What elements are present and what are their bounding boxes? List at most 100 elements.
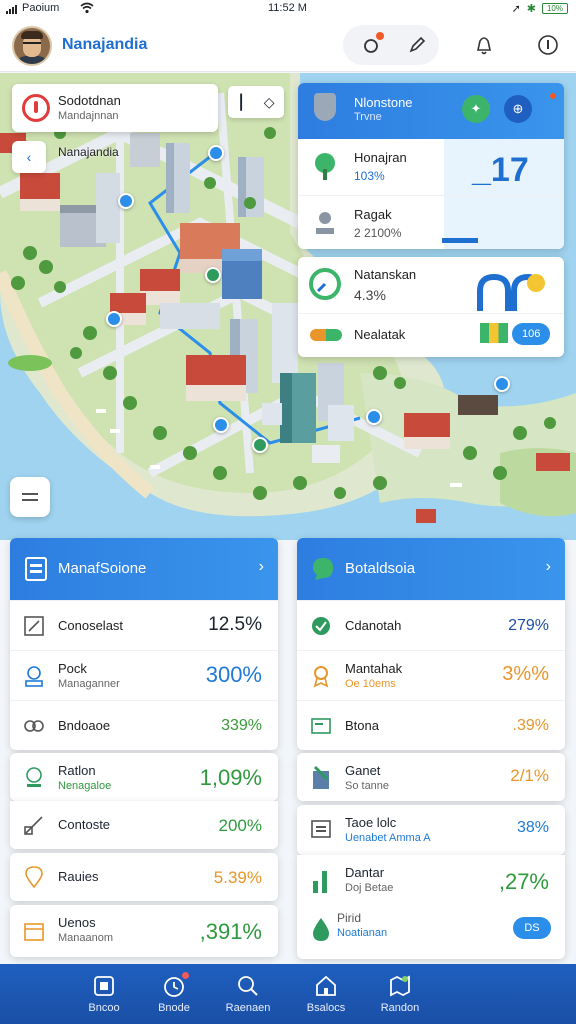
list-item-value: 38% — [516, 819, 549, 836]
right-list-item[interactable]: Pirid Noatianan DS — [297, 907, 565, 959]
list-item-sub: Managanner — [58, 678, 120, 690]
nav-item-home[interactable]: Bncoo — [64, 964, 144, 1024]
edit-button[interactable] — [401, 29, 433, 61]
stats-panel: Nlonstone Trvne ✦ ⊕ _17 Honajran 103% Ra… — [298, 83, 564, 249]
left-list-item[interactable]: Rauies 5.39% — [10, 853, 278, 901]
location-pin-icon — [25, 866, 43, 889]
map-menu-button[interactable] — [10, 477, 50, 517]
map-icon — [390, 975, 410, 997]
list-item[interactable]: Cdanotah 279% — [297, 600, 565, 650]
info-icon — [538, 35, 558, 55]
list-item-sub: So tanne — [345, 780, 390, 792]
route-marker[interactable] — [205, 267, 221, 283]
route-marker[interactable] — [106, 311, 122, 327]
map-subtitle: Nanajandia — [58, 145, 119, 159]
timer-icon — [25, 666, 43, 687]
list-item-label: Ganet — [345, 763, 381, 778]
right-list-item[interactable]: Dantar Doj Betae ,27% — [297, 855, 565, 907]
route-marker[interactable] — [494, 376, 510, 392]
list-item[interactable]: Btona .39% — [297, 700, 565, 750]
pan-button[interactable]: ⎮ — [237, 94, 244, 111]
list-item-label: Dantar — [345, 865, 385, 880]
diamond-icon[interactable]: ◇ — [264, 94, 275, 111]
pen-icon — [409, 36, 426, 53]
list-item[interactable]: Bndoaoe 339% — [10, 700, 278, 750]
chevron-right-icon[interactable]: › — [546, 558, 551, 576]
nav-item-map[interactable]: Randon — [360, 964, 440, 1024]
signal-icon — [6, 5, 17, 14]
bar-chart-icon — [313, 871, 327, 893]
list-item-value: 200% — [218, 816, 262, 835]
metric-label: Nealatak — [354, 327, 406, 342]
leaf-icon[interactable]: ✦ — [462, 95, 490, 123]
wifi-icon — [80, 2, 94, 17]
nav-label: Raenaen — [225, 1002, 271, 1014]
right-list-item[interactable]: Taoe lolc Uenabet Amma A 38% — [297, 805, 565, 855]
clock-time: 11:52 M — [268, 2, 307, 14]
nav-item-search[interactable]: Raenaen — [208, 964, 288, 1024]
list-item-label: Ratlon — [58, 763, 96, 778]
route-marker[interactable] — [366, 409, 382, 425]
bar-chart-icon — [480, 323, 508, 343]
bottom-navigation: Bncoo Bnode Raenaen Bsalocs Randon — [0, 964, 576, 1024]
stats-row[interactable]: Ragak 2 2100% — [298, 195, 564, 249]
list-item-badge-button[interactable]: DS — [513, 917, 551, 939]
map-back-button[interactable]: ‹ — [12, 141, 46, 173]
location-card[interactable]: Sodotdnan Mandajnnan — [12, 84, 218, 132]
list-item-label: Contoste — [58, 817, 111, 832]
metric-badge-button[interactable]: 106 — [512, 323, 551, 345]
app-header: Nanajandia — [0, 18, 576, 72]
list-item[interactable]: Conoselast 12.5% — [10, 600, 278, 650]
right-card-header[interactable]: Botaldsoia › — [297, 538, 565, 600]
house-icon — [316, 975, 336, 996]
left-card-title: ManafSoione — [58, 560, 147, 577]
info-button[interactable] — [532, 29, 564, 61]
route-marker[interactable] — [118, 193, 134, 209]
gauge-icon — [309, 268, 341, 300]
carrier-name: Paoium — [22, 2, 60, 14]
globe-icon[interactable]: ⊕ — [504, 95, 532, 123]
list-item-sub: Noatianan — [337, 927, 388, 939]
list-item-label: Uenos — [58, 915, 96, 930]
list-item-label: Bndoaoe — [58, 718, 111, 733]
notification-dot — [550, 93, 556, 99]
route-marker[interactable] — [213, 417, 229, 433]
card-icon — [311, 718, 331, 734]
chevron-right-icon[interactable]: › — [259, 558, 264, 576]
avatar[interactable] — [12, 26, 52, 66]
left-list-item[interactable]: Contoste 200% — [10, 801, 278, 849]
route-marker[interactable] — [252, 437, 268, 453]
nav-label: Bnode — [158, 1002, 190, 1014]
stats-row[interactable]: Honajran 103% — [298, 139, 564, 193]
bluetooth-icon: ✱ — [526, 3, 536, 15]
list-item-label: Cdanotah — [345, 618, 402, 633]
target-icon — [26, 767, 42, 787]
list-item[interactable]: Mantahak Oe 10ems 3%% — [297, 650, 565, 700]
stats-row-value: 103% — [354, 169, 385, 183]
calendar-icon — [24, 923, 44, 941]
alerts-button[interactable] — [468, 29, 500, 61]
list-item-label: Taoe lolc — [345, 815, 397, 830]
bell-icon — [477, 37, 491, 55]
left-list-item[interactable]: Uenos Manaanom ,391% — [10, 905, 278, 957]
building-icon — [313, 765, 329, 789]
route-marker[interactable] — [208, 145, 224, 161]
left-list-item[interactable]: Ratlon Nenagaloe 1,09% — [10, 753, 278, 801]
list-item[interactable]: Pock Managanner 300% — [10, 650, 278, 700]
search-icon — [238, 976, 258, 996]
stats-panel-title: Nlonstone — [354, 95, 413, 110]
battery-icon: 10% — [542, 3, 568, 14]
stats-row-label: Honajran — [354, 150, 407, 165]
map-tools: ⎮ ◇ — [228, 86, 284, 118]
stats-panel-subtitle: Trvne — [354, 111, 382, 123]
list-item-sub: Oe 10ems — [345, 678, 396, 690]
nav-item-places[interactable]: Bsalocs — [286, 964, 366, 1024]
drop-icon — [313, 918, 329, 941]
award-icon — [313, 666, 329, 688]
nav-item-activity[interactable]: Bnode — [134, 964, 214, 1024]
right-list-item[interactable]: Ganet So tanne 2/1% — [297, 753, 565, 801]
list-item-sub: Manaanom — [58, 932, 114, 944]
left-card-header[interactable]: ManafSoione › — [10, 538, 278, 600]
check-circle-icon — [312, 617, 330, 635]
metric-panel: Natanskan 4.3% Nealatak 106 — [298, 257, 564, 357]
